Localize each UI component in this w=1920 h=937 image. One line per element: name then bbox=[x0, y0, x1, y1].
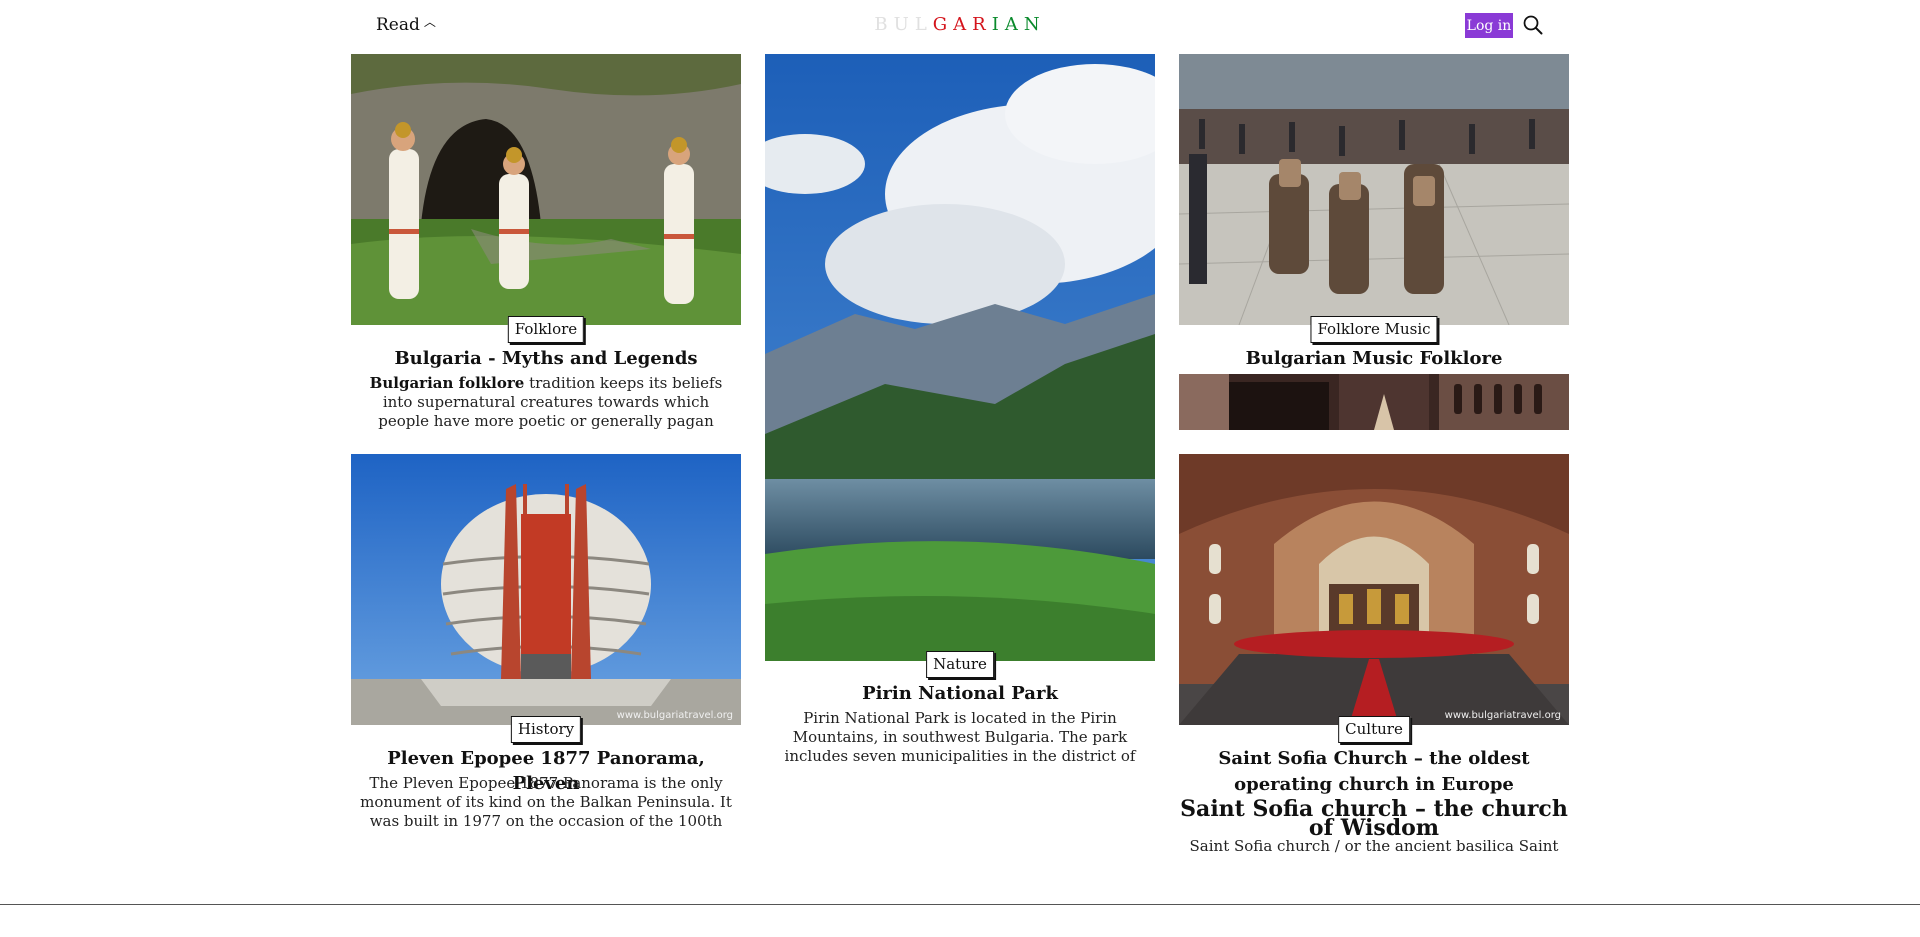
category-tag[interactable]: Folklore bbox=[507, 316, 585, 343]
category-tag[interactable]: Folklore Music bbox=[1310, 316, 1438, 343]
logo-letter: I bbox=[991, 14, 1005, 35]
site-logo[interactable]: BULGARIAN bbox=[0, 14, 1920, 35]
logo-letter: N bbox=[1023, 14, 1046, 35]
article-card-saint-sofia[interactable]: www.bulgariatravel.org Culture Saint Sof… bbox=[1179, 454, 1569, 864]
article-title[interactable]: Saint Sofia Church – the oldest operatin… bbox=[1179, 746, 1569, 798]
logo-letter: L bbox=[914, 14, 933, 35]
excerpt-bold: Bulgarian folklore bbox=[369, 374, 525, 392]
article-image-kukeri-parade[interactable] bbox=[1179, 54, 1569, 325]
article-image-pirin-lake[interactable] bbox=[765, 54, 1155, 661]
category-tag[interactable]: Culture bbox=[1338, 716, 1410, 743]
article-title[interactable]: Bulgaria - Myths and Legends bbox=[351, 346, 741, 371]
logo-letter: A bbox=[1004, 14, 1024, 35]
article-card-myths[interactable]: Folklore Bulgaria - Myths and Legends Bu… bbox=[351, 54, 741, 434]
footer-divider bbox=[0, 904, 1920, 905]
article-card-pleven[interactable]: www.bulgariatravel.org History Pleven Ep… bbox=[351, 454, 741, 834]
article-excerpt: Bulgarian folklore tradition keeps its b… bbox=[357, 374, 735, 432]
article-image-pleven-panorama[interactable]: www.bulgariatravel.org bbox=[351, 454, 741, 725]
article-image-saint-sofia-interior[interactable]: www.bulgariatravel.org bbox=[1179, 454, 1569, 725]
category-tag[interactable]: History bbox=[510, 716, 582, 743]
site-header: Read ︿ BULGARIAN Log in bbox=[0, 0, 1920, 52]
logo-letter: R bbox=[972, 14, 992, 35]
image-watermark: www.bulgariatravel.org bbox=[616, 710, 733, 721]
article-inline-image bbox=[1179, 374, 1569, 430]
article-excerpt: Pirin National Park is located in the Pi… bbox=[784, 709, 1136, 765]
article-card-music[interactable]: Folklore Music Bulgarian Music Folklore bbox=[1179, 54, 1569, 434]
article-title[interactable]: Pirin National Park bbox=[765, 681, 1155, 706]
article-excerpt: Saint Sofia church / or the ancient basi… bbox=[1189, 837, 1559, 855]
article-image-folklore-dancers[interactable] bbox=[351, 54, 741, 325]
image-watermark: www.bulgariatravel.org bbox=[1444, 710, 1561, 721]
logo-letter: A bbox=[953, 14, 973, 35]
login-button[interactable]: Log in bbox=[1465, 13, 1513, 38]
category-tag[interactable]: Nature bbox=[926, 651, 994, 678]
logo-letter: B bbox=[874, 14, 894, 35]
article-title[interactable]: Bulgarian Music Folklore bbox=[1179, 346, 1569, 371]
article-excerpt: The Pleven Epopee 1877 Panorama is the o… bbox=[360, 774, 732, 830]
search-icon[interactable] bbox=[1522, 14, 1544, 36]
logo-letter: G bbox=[932, 14, 954, 35]
logo-letter: U bbox=[893, 14, 915, 35]
article-card-pirin[interactable]: Nature Pirin National Park Pirin Nationa… bbox=[765, 54, 1155, 774]
article-subheading: Saint Sofia church – the church of Wisdo… bbox=[1180, 796, 1568, 841]
